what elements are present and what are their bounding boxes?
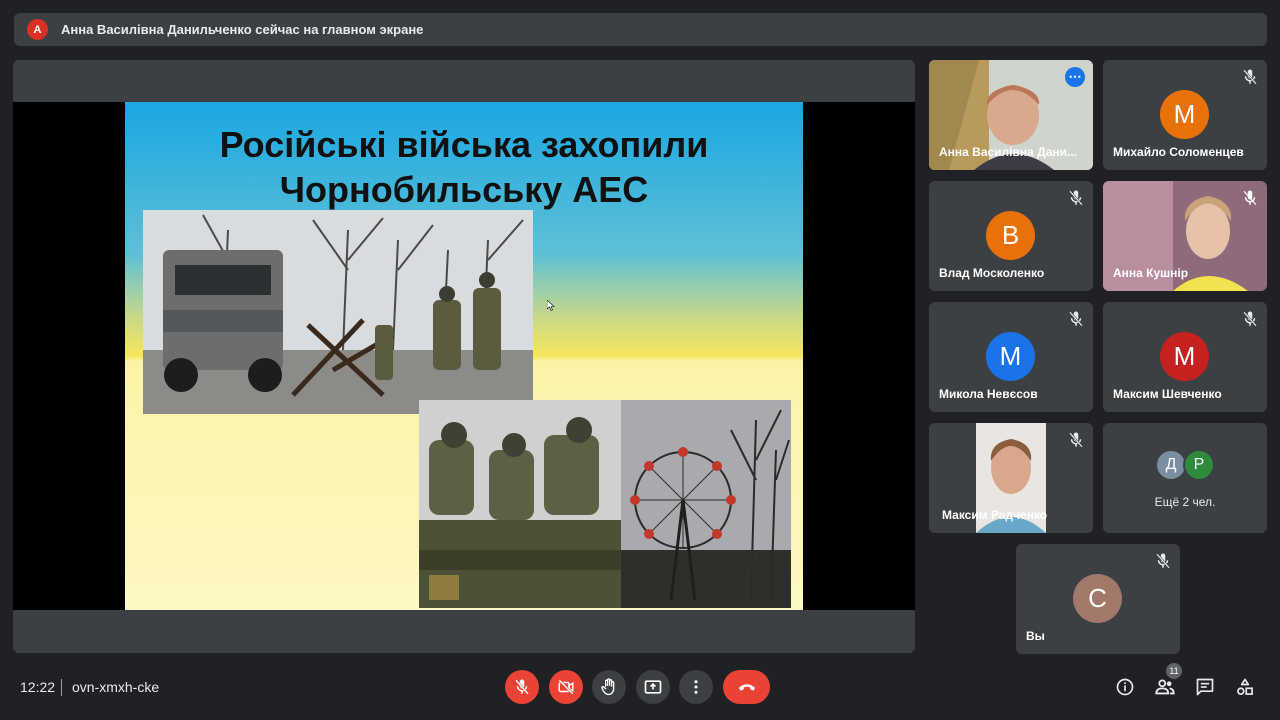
people-icon bbox=[1155, 679, 1175, 695]
participant-name: Влад Москоленко bbox=[939, 266, 1045, 280]
participant-avatar: В bbox=[986, 211, 1035, 260]
main-stage: Російські війська захопили Чорнобильську… bbox=[13, 60, 915, 653]
mouse-cursor-icon bbox=[547, 300, 555, 311]
participant-tile-self[interactable]: С Вы bbox=[1016, 544, 1180, 654]
raise-hand-icon bbox=[601, 678, 615, 696]
chat-button[interactable] bbox=[1193, 675, 1217, 699]
mic-off-icon bbox=[1243, 69, 1257, 85]
leave-call-button[interactable] bbox=[723, 670, 770, 704]
participant-name: Вы bbox=[1026, 629, 1045, 643]
participant-name: Михайло Соломенцев bbox=[1113, 145, 1244, 159]
raise-hand-button[interactable] bbox=[592, 670, 626, 704]
more-options-button[interactable]: ⋯ bbox=[1065, 67, 1085, 87]
slide-title: Російські війська захопили Чорнобильську… bbox=[125, 122, 803, 212]
participant-tile-mykola-nevesov[interactable]: М Микола Невєсов bbox=[929, 302, 1093, 412]
participant-avatar: С bbox=[1073, 574, 1122, 623]
mic-off-icon bbox=[1156, 553, 1170, 569]
participant-name: Максим Шевченко bbox=[1113, 387, 1222, 401]
camera-toggle-button[interactable] bbox=[549, 670, 583, 704]
end-call-icon bbox=[738, 684, 755, 691]
participant-avatar: М bbox=[986, 332, 1035, 381]
soldiers-vehicle-photo bbox=[143, 210, 533, 414]
mic-toggle-button[interactable] bbox=[505, 670, 539, 704]
mic-off-icon bbox=[1069, 432, 1083, 448]
present-now-button[interactable] bbox=[636, 670, 670, 704]
mic-off-icon bbox=[1243, 190, 1257, 206]
participant-avatar: М bbox=[1160, 332, 1209, 381]
participant-name: Анна Василівна Дани... bbox=[939, 145, 1077, 159]
mic-off-icon bbox=[1069, 190, 1083, 206]
participant-count-badge: 11 bbox=[1166, 663, 1182, 679]
meeting-code: ovn-xmxh-cke bbox=[72, 679, 160, 695]
participant-avatar: Р bbox=[1183, 449, 1215, 481]
camera-off-icon bbox=[558, 679, 574, 695]
activities-icon bbox=[1237, 678, 1253, 695]
divider bbox=[61, 679, 62, 696]
participant-name: Анна Кушнір bbox=[1113, 266, 1189, 280]
participant-avatar: М bbox=[1160, 90, 1209, 139]
mic-off-icon bbox=[1243, 311, 1257, 327]
slide-title-line-1: Російські війська захопили bbox=[219, 124, 709, 165]
mic-off-icon bbox=[1069, 311, 1083, 327]
activities-button[interactable] bbox=[1233, 675, 1257, 699]
presenter-avatar: А bbox=[27, 19, 48, 40]
presentation-banner: А Анна Василівна Данильченко сейчас на г… bbox=[14, 13, 1267, 46]
more-options-button[interactable] bbox=[679, 670, 713, 704]
mic-off-icon bbox=[515, 679, 529, 695]
more-vert-icon bbox=[694, 680, 698, 694]
participant-name: Максим Радченко bbox=[942, 508, 1048, 522]
presentation-banner-text: Анна Василівна Данильченко сейчас на гла… bbox=[61, 22, 424, 37]
slide-title-line-2: Чорнобильську АЕС bbox=[279, 169, 649, 210]
soldiers-tank-photo bbox=[419, 400, 624, 608]
present-icon bbox=[644, 680, 662, 694]
participant-name: Микола Невєсов bbox=[939, 387, 1038, 401]
participant-tile-mykhailo-solomentsev[interactable]: М Михайло Соломенцев bbox=[1103, 60, 1267, 170]
bottom-bar: 12:22 ovn-xmxh-cke bbox=[0, 663, 1280, 720]
participant-tile-maksym-shevchenko[interactable]: М Максим Шевченко bbox=[1103, 302, 1267, 412]
more-participants-label: Ещё 2 чел. bbox=[1154, 495, 1216, 509]
participant-tile-anna-kushnir[interactable]: Анна Кушнір bbox=[1103, 181, 1267, 291]
more-participants-avatars: Д Р bbox=[1103, 449, 1267, 481]
participant-tile-vlad-moskolenko[interactable]: В Влад Москоленко bbox=[929, 181, 1093, 291]
ferris-wheel-photo bbox=[621, 400, 791, 608]
chat-icon bbox=[1196, 678, 1214, 696]
participant-tile-anna-danylchenko[interactable]: ⋯ Анна Василівна Дани... bbox=[929, 60, 1093, 170]
meeting-time: 12:22 bbox=[20, 679, 56, 695]
info-icon bbox=[1116, 678, 1134, 696]
meeting-details-button[interactable] bbox=[1113, 675, 1137, 699]
participant-tile-maksym-radchenko[interactable]: Максим Радченко bbox=[929, 423, 1093, 533]
more-participants-tile[interactable]: Д Р Ещё 2 чел. bbox=[1103, 423, 1267, 533]
presentation-slide: Російські війська захопили Чорнобильську… bbox=[125, 102, 803, 610]
shared-screen: Російські війська захопили Чорнобильську… bbox=[13, 102, 915, 610]
